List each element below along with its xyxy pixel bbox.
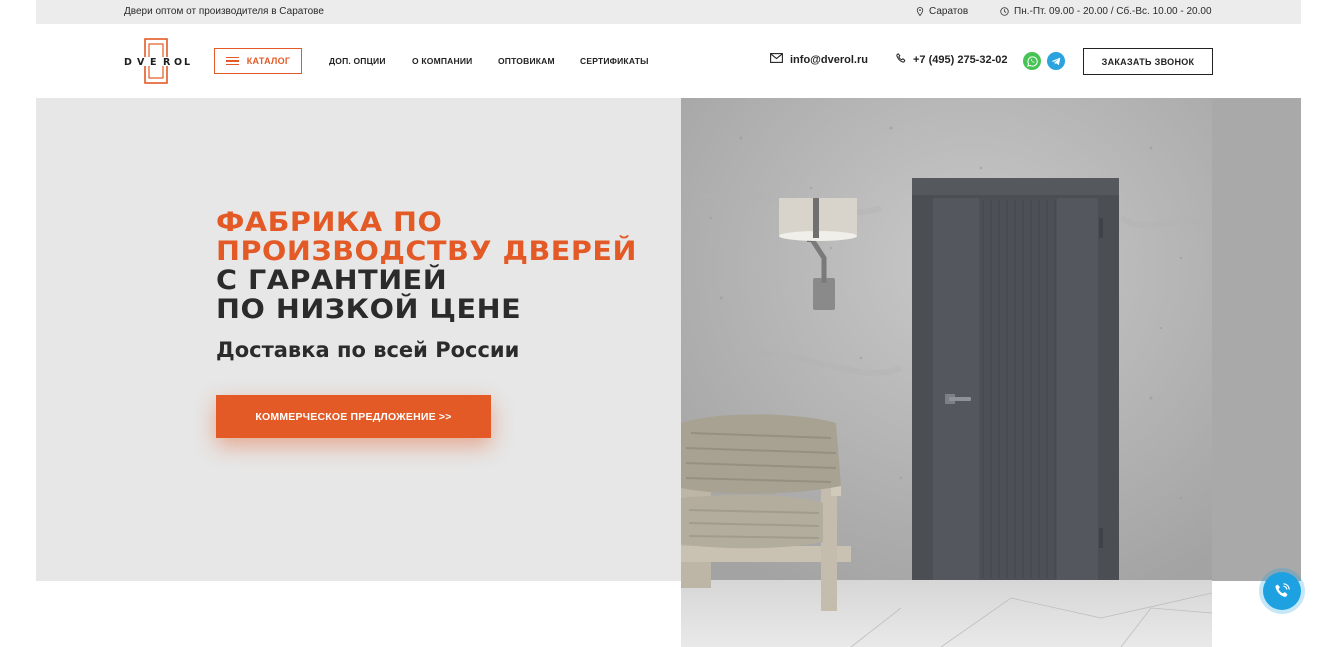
request-call-button[interactable]: ЗАКАЗАТЬ ЗВОНОК [1083, 48, 1213, 75]
hero-title-line-3: С ГАРАНТИЕЙ [216, 265, 448, 296]
page: Двери оптом от производителя в Саратове … [0, 0, 1340, 647]
phone-link[interactable]: +7 (495) 275-32-02 [896, 53, 1007, 66]
svg-text:D: D [124, 57, 132, 68]
svg-text:E: E [150, 57, 157, 68]
envelope-icon [770, 53, 783, 66]
hero-title-line-1: ФАБРИКА ПО [216, 207, 443, 238]
hours-label: Пн.-Пт. 09.00 - 20.00 / Сб.-Вс. 10.00 - … [1014, 6, 1212, 17]
hero-subtitle: Доставка по всей России [216, 338, 520, 362]
dverol-logo[interactable]: D V E R O L [124, 38, 190, 84]
hero-title: ФАБРИКА ПО ПРОИЗВОДСТВУ ДВЕРЕЙ С ГАРАНТИ… [216, 208, 637, 324]
nav-link-about[interactable]: О КОМПАНИИ [412, 56, 472, 66]
catalog-label: КАТАЛОГ [246, 56, 291, 66]
commercial-offer-button[interactable]: КОММЕРЧЕСКОЕ ПРЕДЛОЖЕНИЕ >> [216, 395, 491, 438]
svg-text:R: R [163, 57, 171, 68]
email-text: info@dverol.ru [790, 53, 868, 66]
phone-text: +7 (495) 275-32-02 [913, 53, 1008, 66]
main-header: D V E R O L КАТАЛОГ ДОП. ОПЦИИ О КОМПАНИ… [36, 24, 1301, 98]
work-hours: Пн.-Пт. 09.00 - 20.00 / Сб.-Вс. 10.00 - … [1000, 6, 1212, 17]
menu-icon [225, 56, 239, 66]
nav-link-certificates[interactable]: СЕРТИФИКАТЫ [580, 56, 649, 66]
nav-link-options[interactable]: ДОП. ОПЦИИ [329, 56, 386, 66]
city-label: Саратов [929, 6, 969, 17]
svg-text:V: V [137, 57, 145, 68]
clock-icon [1000, 7, 1009, 16]
city-selector[interactable]: Саратов [916, 6, 968, 17]
email-link[interactable]: info@dverol.ru [770, 53, 868, 66]
phone-call-icon[interactable] [1263, 572, 1301, 610]
nav-link-wholesale[interactable]: ОПТОВИКАМ [498, 56, 555, 66]
top-info-bar: Двери оптом от производителя в Саратове … [36, 0, 1301, 24]
hero-interior-image [681, 98, 1212, 647]
hero-title-line-2: ПРОИЗВОДСТВУ ДВЕРЕЙ [216, 236, 637, 267]
catalog-button[interactable]: КАТАЛОГ [214, 48, 302, 74]
hero-title-line-4: ПО НИЗКОЙ ЦЕНЕ [216, 294, 522, 325]
location-pin-icon [916, 7, 924, 16]
whatsapp-icon[interactable] [1023, 52, 1041, 70]
svg-text:O: O [174, 57, 182, 68]
svg-text:L: L [184, 57, 190, 68]
telegram-icon[interactable] [1047, 52, 1065, 70]
tagline: Двери оптом от производителя в Саратове [124, 6, 324, 17]
hero-side-panel [1212, 98, 1301, 581]
phone-icon [896, 53, 906, 66]
